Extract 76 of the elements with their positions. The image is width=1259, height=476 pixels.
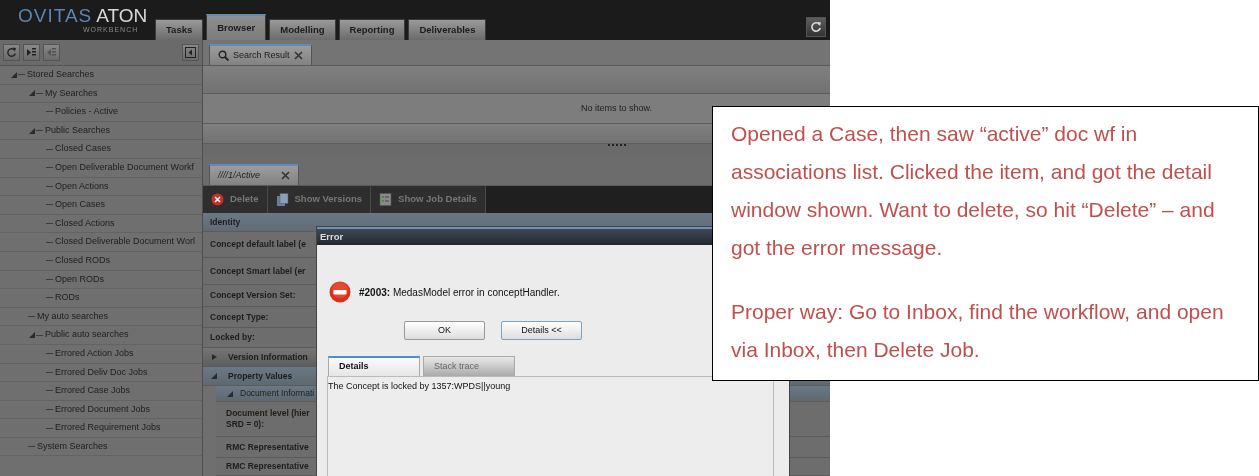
tree-item[interactable]: Closed Deliverable Document Worl bbox=[55, 235, 195, 249]
refresh-icon bbox=[6, 47, 17, 58]
main-tab[interactable]: Modelling bbox=[269, 19, 336, 40]
expand-button[interactable] bbox=[23, 44, 40, 61]
tree-item[interactable]: System Searches bbox=[37, 439, 108, 454]
tree-item[interactable]: Errored Case Jobs bbox=[55, 384, 131, 398]
list-icon bbox=[26, 47, 37, 58]
detail-text: The Concept is locked by 1357:WPDS||young bbox=[328, 381, 511, 391]
error-icon bbox=[329, 281, 351, 303]
details-button[interactable]: Details << bbox=[501, 321, 582, 340]
tree-item[interactable]: My auto searches bbox=[37, 309, 109, 324]
documents-icon bbox=[275, 193, 289, 206]
property-label: Concept Type: bbox=[210, 311, 269, 323]
expand-toggle-icon[interactable] bbox=[28, 331, 36, 340]
tree-item[interactable]: Open Actions bbox=[55, 179, 109, 194]
tree-item[interactable]: Open Deliverable Document Workf bbox=[55, 161, 194, 175]
tree-item[interactable]: Errored Deliv Doc Jobs bbox=[55, 365, 148, 380]
tree-item[interactable]: Public auto searches bbox=[45, 328, 129, 342]
property-label: Concept Version Set: bbox=[210, 290, 296, 301]
toolbar-button[interactable]: Show Versions bbox=[267, 186, 372, 213]
expand-toggle-icon[interactable] bbox=[210, 372, 218, 380]
property-label: Document level (hier SRD = 0): bbox=[226, 408, 310, 430]
tree-item[interactable]: My Searches bbox=[45, 86, 98, 101]
tree-item[interactable]: Errored Requirement Jobs bbox=[55, 421, 161, 435]
main-tab[interactable]: Browser bbox=[206, 14, 267, 40]
list-icon bbox=[46, 47, 57, 58]
toolbar-button[interactable]: Delete bbox=[203, 186, 268, 213]
logo-text: OVITAS bbox=[18, 5, 93, 26]
refresh-button[interactable] bbox=[806, 17, 826, 37]
tree-item[interactable]: Closed Cases bbox=[55, 142, 112, 156]
property-label: Concept Smart label (er bbox=[210, 265, 306, 277]
collapse-panel-button[interactable] bbox=[182, 44, 199, 61]
main-tab[interactable]: Reporting bbox=[338, 19, 406, 40]
refresh-icon bbox=[810, 21, 822, 33]
property-label: Locked by: bbox=[210, 332, 255, 343]
group-header[interactable]: Property Values bbox=[228, 369, 293, 383]
expand-toggle-icon[interactable] bbox=[28, 89, 36, 98]
collapse-button[interactable] bbox=[43, 44, 60, 61]
empty-message: No items to show. bbox=[581, 101, 652, 115]
property-label: Concept default label (e bbox=[210, 239, 306, 250]
group-header[interactable]: Document Informati bbox=[240, 387, 315, 400]
panel-icon bbox=[185, 47, 196, 58]
tree-item[interactable]: Errored Document Jobs bbox=[55, 402, 151, 417]
section-header: Identity bbox=[210, 216, 241, 228]
product-name: ATON bbox=[96, 5, 148, 26]
tree-item[interactable]: Stored Searches bbox=[27, 68, 95, 82]
main-tab[interactable]: Tasks bbox=[155, 19, 204, 40]
expand-toggle-icon[interactable] bbox=[226, 389, 234, 398]
checklist-icon bbox=[379, 193, 393, 206]
error-message: #2003: MedasModel error in conceptHandler. bbox=[359, 285, 560, 300]
refresh-button[interactable] bbox=[3, 44, 20, 61]
splitter-grip-icon[interactable] bbox=[607, 144, 626, 147]
delete-icon bbox=[211, 193, 224, 206]
ok-button[interactable]: OK bbox=[404, 321, 485, 340]
dialog-tab[interactable]: Details bbox=[328, 356, 420, 376]
dialog-tab[interactable]: Stack trace bbox=[423, 356, 515, 376]
toolbar-button[interactable]: Show Job Details bbox=[371, 186, 486, 213]
tree-item[interactable]: RODs bbox=[55, 291, 80, 305]
search-icon bbox=[218, 50, 229, 61]
close-icon[interactable] bbox=[281, 171, 290, 180]
tree-item[interactable]: Public Searches bbox=[45, 123, 111, 138]
tree-item[interactable]: Open RODs bbox=[55, 272, 105, 287]
main-tab[interactable]: Deliverables bbox=[408, 19, 487, 40]
group-header[interactable]: Version Information bbox=[228, 350, 308, 364]
tree-item[interactable]: Errored Action Jobs bbox=[55, 346, 134, 361]
property-label: RMC Representative bbox=[226, 461, 309, 472]
tree-item[interactable]: Closed RODs bbox=[55, 254, 110, 268]
close-icon[interactable] bbox=[293, 51, 303, 60]
property-label: RMC Representative bbox=[226, 441, 309, 453]
expand-toggle-icon[interactable] bbox=[210, 353, 218, 361]
annotation-text: Proper way: Go to Inbox, find the workflow, and open via Inbox, then Delete Job. bbox=[731, 299, 1225, 363]
tree-item[interactable]: Open Cases bbox=[55, 198, 106, 212]
tree-item[interactable]: Policies - Active bbox=[55, 105, 119, 119]
tree-item[interactable]: Closed Actions bbox=[55, 216, 115, 231]
expand-toggle-icon[interactable] bbox=[10, 70, 18, 79]
expand-toggle-icon[interactable] bbox=[28, 126, 36, 135]
